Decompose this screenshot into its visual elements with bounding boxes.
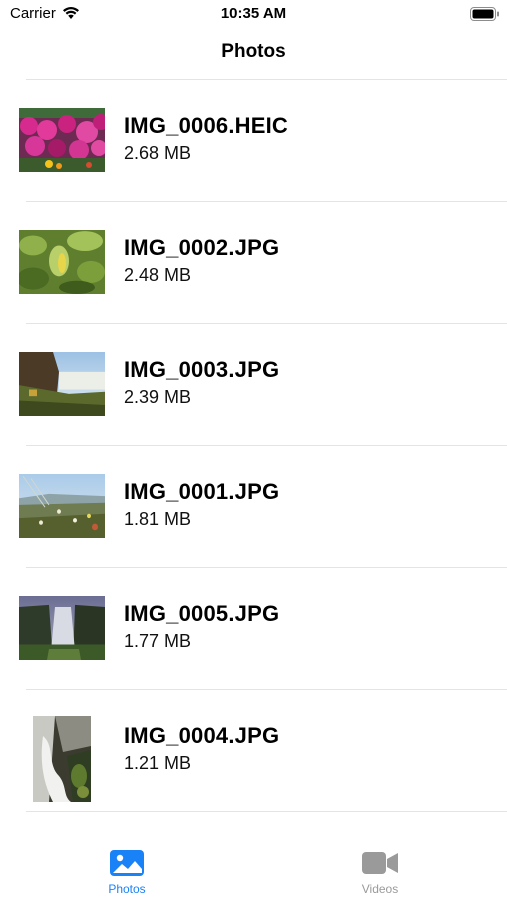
photo-list: IMG_0006.HEIC 2.68 MB IMG_0002.JPG 2.48 … [0, 80, 507, 812]
file-name: IMG_0004.JPG [124, 723, 280, 748]
file-name: IMG_0003.JPG [124, 357, 280, 382]
tab-photos[interactable]: Photos [67, 848, 187, 900]
list-item[interactable]: IMG_0006.HEIC 2.68 MB [0, 80, 507, 202]
file-size: 1.81 MB [124, 509, 192, 529]
file-size: 1.77 MB [124, 631, 192, 651]
tab-bar: Photos Videos [0, 812, 507, 900]
file-name: IMG_0002.JPG [124, 235, 280, 260]
tab-label: Videos [361, 882, 399, 896]
file-size: 2.68 MB [124, 143, 192, 163]
file-name: IMG_0005.JPG [124, 601, 280, 626]
photo-thumbnail [33, 716, 91, 802]
battery-icon [470, 7, 499, 21]
photo-thumbnail [19, 474, 105, 538]
file-name: IMG_0006.HEIC [124, 113, 289, 138]
list-item[interactable]: IMG_0001.JPG 1.81 MB [0, 446, 507, 568]
file-name: IMG_0001.JPG [124, 479, 280, 504]
status-bar: Carrier 10:35 AM [0, 0, 507, 28]
file-size: 2.48 MB [124, 265, 192, 285]
photo-icon [110, 850, 144, 876]
clock: 10:35 AM [220, 5, 287, 22]
file-size: 2.39 MB [124, 387, 192, 407]
photo-thumbnail [19, 230, 105, 294]
video-camera-icon [362, 852, 398, 874]
tab-videos[interactable]: Videos [320, 848, 440, 900]
photo-thumbnail [19, 352, 105, 416]
photo-thumbnail [19, 108, 105, 172]
list-item[interactable]: IMG_0003.JPG 2.39 MB [0, 324, 507, 446]
list-item[interactable]: IMG_0004.JPG 1.21 MB [0, 690, 507, 812]
list-item[interactable]: IMG_0005.JPG 1.77 MB [0, 568, 507, 690]
page-title: Photos [221, 41, 286, 62]
tab-label: Photos [108, 882, 146, 896]
photo-thumbnail [19, 596, 105, 660]
file-size: 1.21 MB [124, 753, 192, 773]
list-item[interactable]: IMG_0002.JPG 2.48 MB [0, 202, 507, 324]
